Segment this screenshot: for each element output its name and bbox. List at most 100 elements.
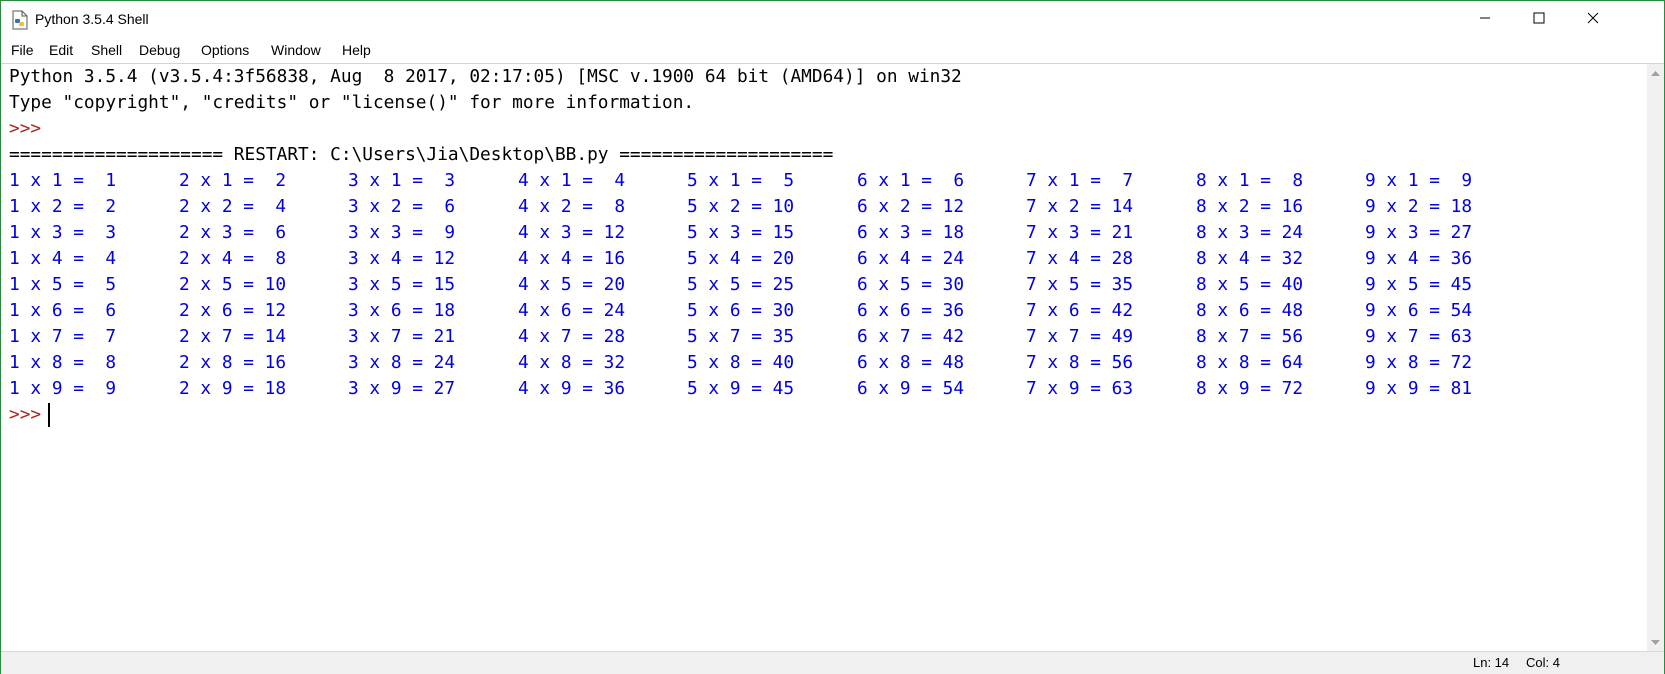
table-cell: 4 x 8 = 32: [518, 352, 626, 373]
text-cursor: [48, 403, 50, 427]
table-cell: 9 x 4 = 36: [1365, 248, 1473, 269]
table-cell: 4 x 6 = 24: [518, 300, 626, 321]
table-cell: 7 x 6 = 42: [1026, 300, 1134, 321]
table-cell: 2 x 7 = 14: [179, 326, 287, 347]
table-cell: 3 x 6 = 18: [348, 300, 456, 321]
table-cell: 4 x 2 = 8: [518, 196, 626, 217]
table-cell: 1 x 5 = 5: [9, 274, 117, 295]
table-cell: 3 x 8 = 24: [348, 352, 456, 373]
table-cell: 7 x 2 = 14: [1026, 196, 1134, 217]
table-cell: 5 x 6 = 30: [687, 300, 795, 321]
shell-text-area[interactable]: Python 3.5.4 (v3.5.4:3f56838, Aug 8 2017…: [1, 64, 1647, 651]
table-cell: 7 x 3 = 21: [1026, 222, 1134, 243]
table-cell: 4 x 9 = 36: [518, 378, 626, 399]
menu-options[interactable]: Options: [201, 42, 249, 58]
table-cell: 1 x 2 = 2: [9, 196, 117, 217]
table-cell: 6 x 3 = 18: [857, 222, 965, 243]
table-cell: 2 x 4 = 8: [179, 248, 287, 269]
table-cell: 3 x 1 = 3: [348, 170, 456, 191]
table-cell: 3 x 5 = 15: [348, 274, 456, 295]
close-button[interactable]: [1566, 1, 1620, 39]
status-bar: Ln: 14 Col: 4: [1, 651, 1664, 674]
close-icon: [1587, 11, 1599, 29]
table-cell: 2 x 9 = 18: [179, 378, 287, 399]
idle-shell-window: Python 3.5.4 Shell File Edit Shell Debug…: [0, 0, 1665, 674]
shell-prompt: >>>: [9, 118, 42, 139]
scroll-up-arrow-icon[interactable]: [1647, 64, 1664, 81]
table-cell: 8 x 3 = 24: [1196, 222, 1304, 243]
title-bar[interactable]: Python 3.5.4 Shell: [1, 1, 1664, 39]
restart-line: ==================== RESTART: C:\Users\J…: [9, 144, 834, 165]
table-cell: 7 x 9 = 63: [1026, 378, 1134, 399]
window-title: Python 3.5.4 Shell: [35, 11, 149, 27]
table-cell: 3 x 4 = 12: [348, 248, 456, 269]
menu-bar: File Edit Shell Debug Options Window Hel…: [1, 39, 1664, 63]
table-cell: 4 x 7 = 28: [518, 326, 626, 347]
table-cell: 9 x 5 = 45: [1365, 274, 1473, 295]
table-cell: 2 x 5 = 10: [179, 274, 287, 295]
table-cell: 6 x 1 = 6: [857, 170, 965, 191]
table-cell: 4 x 1 = 4: [518, 170, 626, 191]
table-cell: 1 x 9 = 9: [9, 378, 117, 399]
python-idle-icon: [11, 10, 29, 30]
table-cell: 2 x 3 = 6: [179, 222, 287, 243]
table-cell: 7 x 7 = 49: [1026, 326, 1134, 347]
table-cell: 8 x 4 = 32: [1196, 248, 1304, 269]
menu-debug[interactable]: Debug: [139, 42, 180, 58]
table-cell: 6 x 9 = 54: [857, 378, 965, 399]
maximize-button[interactable]: [1512, 1, 1566, 39]
table-cell: 4 x 3 = 12: [518, 222, 626, 243]
minimize-button[interactable]: [1458, 1, 1512, 39]
table-cell: 5 x 8 = 40: [687, 352, 795, 373]
table-cell: 7 x 4 = 28: [1026, 248, 1134, 269]
table-cell: 2 x 6 = 12: [179, 300, 287, 321]
table-cell: 1 x 1 = 1: [9, 170, 117, 191]
table-cell: 2 x 1 = 2: [179, 170, 287, 191]
table-cell: 8 x 2 = 16: [1196, 196, 1304, 217]
shell-prompt-current: >>>: [9, 404, 42, 425]
table-cell: 2 x 8 = 16: [179, 352, 287, 373]
table-cell: 6 x 8 = 48: [857, 352, 965, 373]
table-cell: 6 x 6 = 36: [857, 300, 965, 321]
table-cell: 8 x 5 = 40: [1196, 274, 1304, 295]
table-cell: 4 x 5 = 20: [518, 274, 626, 295]
vertical-scrollbar[interactable]: [1647, 64, 1664, 651]
table-cell: 8 x 1 = 8: [1196, 170, 1304, 191]
menu-edit[interactable]: Edit: [49, 42, 73, 58]
minimize-icon: [1479, 11, 1491, 29]
menu-file[interactable]: File: [11, 42, 34, 58]
menu-help[interactable]: Help: [342, 42, 371, 58]
menu-window[interactable]: Window: [271, 42, 321, 58]
table-cell: 7 x 5 = 35: [1026, 274, 1134, 295]
table-cell: 3 x 7 = 21: [348, 326, 456, 347]
table-cell: 9 x 6 = 54: [1365, 300, 1473, 321]
table-cell: 5 x 1 = 5: [687, 170, 795, 191]
table-cell: 9 x 7 = 63: [1365, 326, 1473, 347]
table-cell: 8 x 9 = 72: [1196, 378, 1304, 399]
table-cell: 5 x 9 = 45: [687, 378, 795, 399]
table-cell: 8 x 7 = 56: [1196, 326, 1304, 347]
table-cell: 4 x 4 = 16: [518, 248, 626, 269]
table-cell: 6 x 2 = 12: [857, 196, 965, 217]
table-cell: 3 x 2 = 6: [348, 196, 456, 217]
table-cell: 3 x 9 = 27: [348, 378, 456, 399]
table-cell: 5 x 7 = 35: [687, 326, 795, 347]
table-cell: 1 x 3 = 3: [9, 222, 117, 243]
table-cell: 5 x 2 = 10: [687, 196, 795, 217]
info-line: Type "copyright", "credits" or "license(…: [9, 92, 695, 113]
maximize-icon: [1533, 11, 1545, 29]
scroll-down-arrow-icon[interactable]: [1647, 634, 1664, 651]
table-cell: 8 x 6 = 48: [1196, 300, 1304, 321]
table-cell: 9 x 8 = 72: [1365, 352, 1473, 373]
table-cell: 6 x 4 = 24: [857, 248, 965, 269]
table-cell: 8 x 8 = 64: [1196, 352, 1304, 373]
table-cell: 1 x 7 = 7: [9, 326, 117, 347]
table-cell: 3 x 3 = 9: [348, 222, 456, 243]
table-cell: 9 x 1 = 9: [1365, 170, 1473, 191]
menu-shell[interactable]: Shell: [91, 42, 122, 58]
table-cell: 5 x 4 = 20: [687, 248, 795, 269]
table-cell: 5 x 3 = 15: [687, 222, 795, 243]
table-cell: 1 x 4 = 4: [9, 248, 117, 269]
table-cell: 9 x 3 = 27: [1365, 222, 1473, 243]
table-cell: 2 x 2 = 4: [179, 196, 287, 217]
